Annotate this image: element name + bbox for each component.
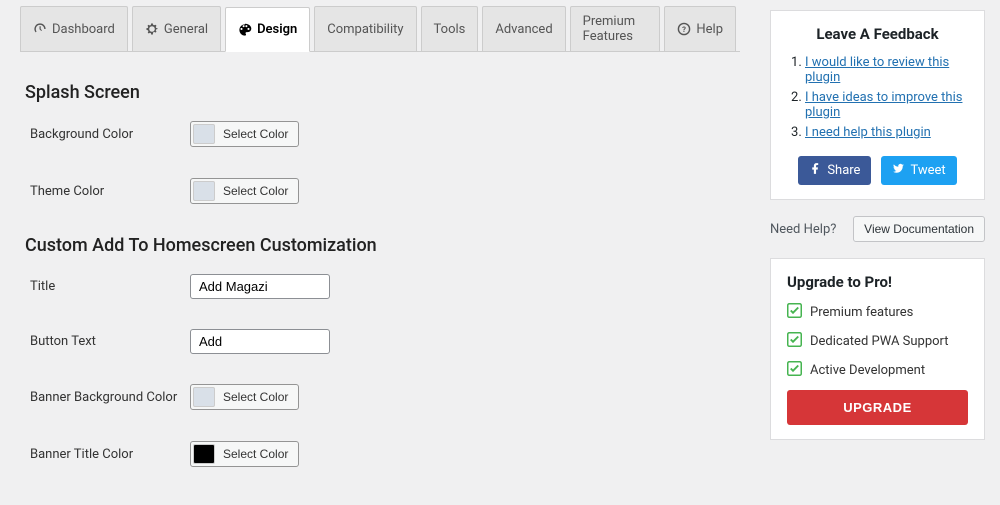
tab-label: Advanced [495, 22, 552, 37]
check-icon [787, 361, 802, 380]
tab-label: Dashboard [52, 22, 115, 37]
label-bannerbg: Banner Background Color [30, 390, 190, 405]
feedback-heading: Leave A Feedback [787, 25, 968, 43]
svg-text:?: ? [682, 25, 686, 34]
facebook-icon [809, 162, 822, 179]
tab-label: Compatibility [327, 22, 403, 37]
feedback-link-help[interactable]: I need help this plugin [805, 125, 931, 140]
tab-label: Help [696, 22, 723, 37]
label-buttontext: Button Text [30, 334, 190, 349]
feature-item: Dedicated PWA Support [787, 332, 968, 351]
share-facebook-button[interactable]: Share [798, 156, 871, 185]
feature-item: Premium features [787, 303, 968, 322]
tab-label: Tools [434, 22, 466, 37]
need-help-label: Need Help? [770, 222, 836, 237]
bgcolor-picker[interactable]: Select Color [190, 121, 299, 147]
tab-label: General [164, 22, 208, 37]
tab-help[interactable]: ? Help [664, 6, 736, 51]
upgrade-panel: Upgrade to Pro! Premium features Dedicat… [770, 258, 985, 440]
themecolor-picker[interactable]: Select Color [190, 178, 299, 204]
feedback-link-ideas[interactable]: I have ideas to improve this plugin [805, 90, 962, 120]
feature-label: Active Development [810, 363, 925, 378]
label-bannertitle: Banner Title Color [30, 447, 190, 462]
twitter-icon [892, 162, 905, 179]
palette-icon [238, 23, 252, 37]
help-icon: ? [677, 22, 691, 36]
color-btn-label: Select Color [223, 184, 288, 198]
feature-item: Active Development [787, 361, 968, 380]
color-swatch [193, 444, 215, 464]
feature-label: Dedicated PWA Support [810, 334, 949, 349]
upgrade-heading: Upgrade to Pro! [787, 273, 968, 291]
dashboard-icon [33, 22, 47, 36]
share-twitter-button[interactable]: Tweet [881, 156, 956, 185]
tab-label: Premium Features [583, 14, 648, 44]
tab-premium[interactable]: Premium Features [570, 6, 661, 51]
tab-design[interactable]: Design [225, 7, 310, 52]
tab-dashboard[interactable]: Dashboard [20, 6, 128, 51]
buttontext-input[interactable] [190, 329, 330, 354]
check-icon [787, 332, 802, 351]
check-icon [787, 303, 802, 322]
color-swatch [193, 387, 215, 407]
bannertitle-picker[interactable]: Select Color [190, 441, 299, 467]
label-themecolor: Theme Color [30, 184, 190, 199]
color-btn-label: Select Color [223, 127, 288, 141]
color-swatch [193, 124, 215, 144]
feedback-link-review[interactable]: I would like to review this plugin [805, 55, 949, 85]
label-title: Title [30, 279, 190, 294]
section-splash-heading: Splash Screen [25, 82, 740, 103]
feature-label: Premium features [810, 305, 913, 320]
bannerbg-picker[interactable]: Select Color [190, 384, 299, 410]
view-documentation-button[interactable]: View Documentation [853, 216, 985, 242]
title-input[interactable] [190, 274, 330, 299]
feedback-panel: Leave A Feedback I would like to review … [770, 10, 985, 200]
upgrade-button[interactable]: UPGRADE [787, 390, 968, 425]
tabs-nav: Dashboard General Design Compatibility T… [20, 6, 740, 52]
gear-icon [145, 22, 159, 36]
color-btn-label: Select Color [223, 390, 288, 404]
color-btn-label: Select Color [223, 447, 288, 461]
tab-advanced[interactable]: Advanced [482, 6, 565, 51]
section-custom-heading: Custom Add To Homescreen Customization [25, 235, 740, 256]
tab-label: Design [257, 22, 297, 37]
tab-compatibility[interactable]: Compatibility [314, 6, 416, 51]
color-swatch [193, 181, 215, 201]
tab-general[interactable]: General [132, 6, 221, 51]
share-label: Share [827, 163, 860, 178]
tab-tools[interactable]: Tools [421, 6, 479, 51]
tweet-label: Tweet [910, 163, 945, 178]
label-bgcolor: Background Color [30, 127, 190, 142]
